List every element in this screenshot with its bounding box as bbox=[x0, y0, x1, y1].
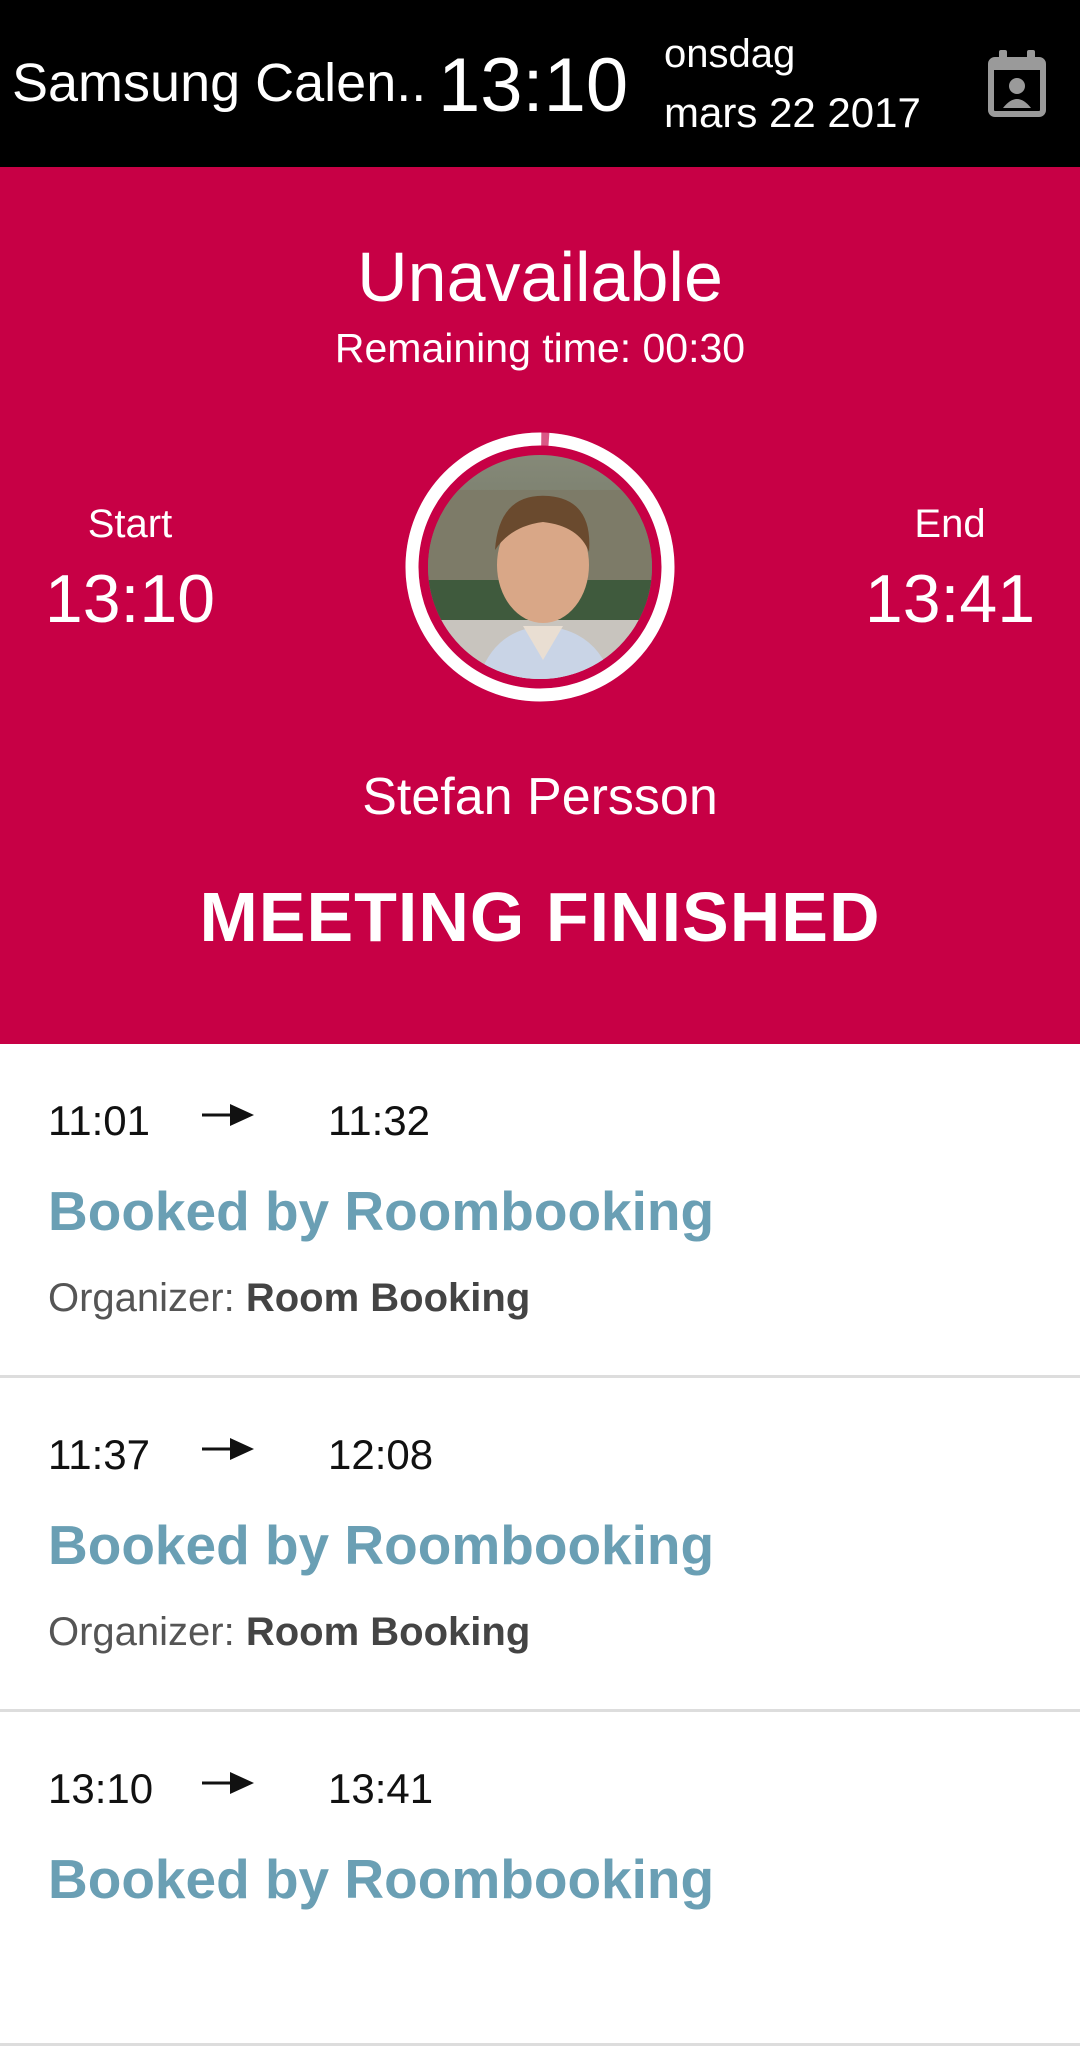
booking-title: Booked by Roombooking bbox=[48, 1848, 715, 1910]
organizer-label: Organizer: bbox=[48, 1276, 246, 1320]
list-item[interactable]: 13:10 13:41 Booked by Roombooking bbox=[0, 1712, 1080, 2046]
list-item[interactable]: 11:37 12:08 Booked by Roombooking Organi… bbox=[0, 1378, 1080, 1712]
end-label: End bbox=[914, 502, 986, 546]
organizer-value: Room Booking bbox=[245, 1610, 531, 1654]
booking-title: Booked by Roombooking bbox=[48, 1180, 715, 1242]
organizer-value: Room Booking bbox=[245, 1276, 531, 1320]
booking-start-time: 13:10 bbox=[48, 1765, 154, 1812]
availability-state: Unavailable bbox=[357, 238, 723, 316]
remaining-time: Remaining time: 00:30 bbox=[334, 325, 746, 371]
booking-list: 11:01 11:32 Booked by Roombooking Organi… bbox=[0, 1044, 1080, 2046]
start-label: Start bbox=[87, 502, 173, 546]
meeting-finished-status[interactable]: MEETING FINISHED bbox=[0, 877, 1080, 957]
organizer-name: Stefan Persson bbox=[362, 768, 718, 826]
current-time: 13:10 bbox=[438, 43, 629, 128]
booking-title: Booked by Roombooking bbox=[48, 1514, 715, 1576]
arrow-right-icon bbox=[200, 1101, 256, 1131]
organizer-label: Organizer: bbox=[48, 1610, 246, 1654]
booking-end-time: 12:08 bbox=[328, 1431, 434, 1478]
booking-start-time: 11:37 bbox=[48, 1431, 150, 1478]
booking-organizer: Organizer: Room Booking bbox=[48, 1276, 530, 1321]
room-name: Samsung Calen.. bbox=[12, 53, 427, 113]
room-status-panel: Unavailable Remaining time: 00:30 Start … bbox=[0, 167, 1080, 1044]
start-time: 13:10 bbox=[44, 561, 216, 637]
current-date: mars 22 2017 bbox=[664, 89, 921, 136]
arrow-right-icon bbox=[200, 1769, 256, 1799]
calendar-person-icon[interactable] bbox=[985, 48, 1051, 118]
booking-end-time: 13:41 bbox=[328, 1765, 434, 1812]
avatar bbox=[428, 455, 652, 679]
booking-start-time: 11:01 bbox=[48, 1097, 150, 1144]
day-name: onsdag bbox=[664, 32, 796, 76]
top-bar: Samsung Calen.. 13:10 onsdag mars 22 201… bbox=[0, 0, 1080, 167]
organizer-avatar-progress bbox=[403, 430, 677, 704]
booking-organizer: Organizer: Room Booking bbox=[48, 1610, 530, 1655]
list-item[interactable]: 11:01 11:32 Booked by Roombooking Organi… bbox=[0, 1044, 1080, 1378]
booking-end-time: 11:32 bbox=[328, 1097, 430, 1144]
end-time: 13:41 bbox=[864, 561, 1036, 637]
arrow-right-icon bbox=[200, 1435, 256, 1465]
